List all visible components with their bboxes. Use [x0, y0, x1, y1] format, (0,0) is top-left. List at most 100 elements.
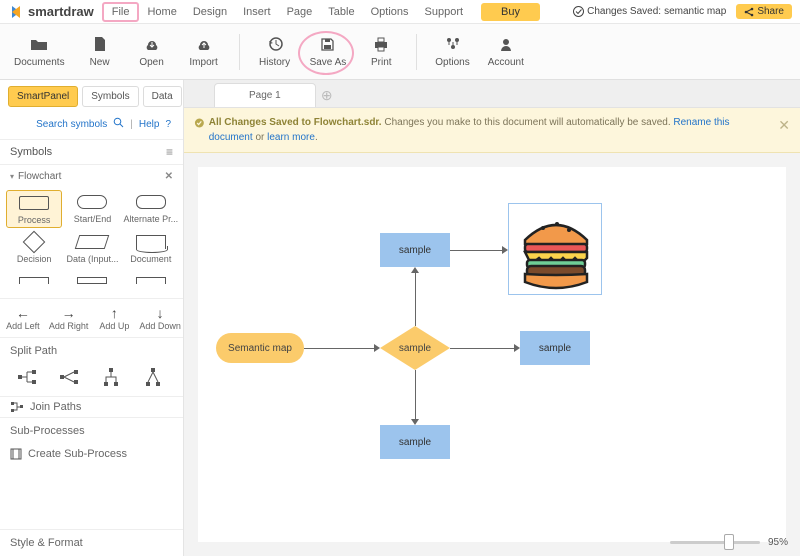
- split-type-4[interactable]: [142, 366, 164, 388]
- arrow-line: [450, 348, 514, 349]
- canvas[interactable]: sample sample sample Semantic map sample: [198, 167, 786, 542]
- share-label: Share: [757, 6, 784, 17]
- notice-text: All Changes Saved to Flowchart.sdr. Chan…: [209, 115, 775, 145]
- arrowhead-icon: [411, 419, 419, 425]
- learn-more-link[interactable]: learn more: [267, 132, 315, 143]
- tool-options[interactable]: Options: [435, 35, 469, 68]
- arr-label: Add Down: [139, 321, 181, 331]
- shape-label: Alternate Pr...: [124, 214, 179, 224]
- create-subprocess-row[interactable]: Create Sub-Process: [0, 444, 183, 464]
- shape-grid: Process Start/End Alternate Pr... Decisi…: [0, 188, 183, 296]
- shape-extra3[interactable]: [123, 268, 179, 294]
- tab-smartpanel[interactable]: SmartPanel: [8, 86, 78, 107]
- tool-documents[interactable]: Documents: [14, 35, 65, 68]
- page-tab-1[interactable]: Page 1: [214, 83, 316, 107]
- menu-file[interactable]: File: [102, 2, 140, 22]
- add-right[interactable]: →Add Right: [46, 299, 92, 337]
- shape-startend[interactable]: Start/End: [64, 190, 120, 228]
- sidebar: SmartPanel Symbols Data ✕ Search symbols…: [0, 80, 184, 556]
- arrowhead-icon: [411, 267, 419, 273]
- tool-saveas[interactable]: Save As: [310, 35, 347, 68]
- flow-bottom-box[interactable]: sample: [380, 425, 450, 459]
- app-logo[interactable]: smartdraw: [8, 4, 94, 20]
- shape-extra2[interactable]: [64, 268, 120, 294]
- symbols-header: Symbols ≡: [0, 139, 183, 165]
- split-type-2[interactable]: [58, 366, 80, 388]
- arrow-up-icon: ↑: [111, 305, 118, 321]
- split-type-1[interactable]: [16, 366, 38, 388]
- help-link[interactable]: Help: [139, 119, 160, 130]
- tool-account[interactable]: Account: [488, 35, 524, 68]
- menubar-right: Changes Saved: semantic map Share: [573, 4, 792, 19]
- flow-image[interactable]: [508, 203, 602, 295]
- tool-new[interactable]: New: [83, 35, 117, 68]
- help-icon[interactable]: ?: [165, 119, 171, 130]
- tool-open[interactable]: Open: [135, 35, 169, 68]
- menubar-items: File Home Design Insert Page Table Optio…: [102, 2, 540, 22]
- menu-support[interactable]: Support: [417, 2, 472, 22]
- shape-label: Process: [18, 215, 51, 225]
- tool-label: Account: [488, 57, 524, 68]
- tool-print[interactable]: Print: [364, 35, 398, 68]
- tool-label: Save As: [310, 57, 347, 68]
- join-label: Join Paths: [30, 401, 81, 413]
- category-close-icon[interactable]: ✕: [165, 171, 173, 182]
- zoom-slider[interactable]: [670, 541, 760, 544]
- add-arrow-row: ←Add Left →Add Right ↑Add Up ↓Add Down: [0, 298, 183, 337]
- page-tabs: Page 1 ⊕: [184, 80, 800, 108]
- tab-symbols[interactable]: Symbols: [82, 86, 138, 107]
- add-left[interactable]: ←Add Left: [0, 299, 46, 337]
- search-symbols-link[interactable]: Search symbols: [36, 119, 107, 130]
- arrow-line: [450, 250, 502, 251]
- buy-button[interactable]: Buy: [481, 3, 540, 21]
- tool-label: Options: [435, 57, 469, 68]
- add-down[interactable]: ↓Add Down: [137, 299, 183, 337]
- tool-history[interactable]: History: [258, 35, 292, 68]
- menu-page[interactable]: Page: [279, 2, 321, 22]
- close-icon[interactable]: ✕: [778, 115, 790, 145]
- search-icon[interactable]: [113, 117, 124, 131]
- arrow-line: [415, 370, 416, 420]
- flow-top-box[interactable]: sample: [380, 233, 450, 267]
- shape-data[interactable]: Data (Input...: [64, 230, 120, 266]
- hamburger-icon[interactable]: ≡: [166, 145, 173, 159]
- category-row[interactable]: ▾Flowchart ✕: [0, 165, 183, 188]
- flow-label: Semantic map: [228, 343, 292, 354]
- logo-icon: [8, 4, 24, 20]
- shape-label: Decision: [17, 254, 52, 264]
- menu-table[interactable]: Table: [320, 2, 362, 22]
- menu-insert[interactable]: Insert: [235, 2, 279, 22]
- menu-home[interactable]: Home: [139, 2, 184, 22]
- tab-data[interactable]: Data: [143, 86, 182, 107]
- tool-import[interactable]: Import: [187, 35, 221, 68]
- notice-dot: .: [315, 132, 318, 143]
- separator: |: [130, 119, 133, 130]
- add-page-button[interactable]: ⊕: [316, 87, 338, 107]
- status-prefix: Changes Saved:: [587, 6, 661, 17]
- shape-extra1[interactable]: [6, 268, 62, 294]
- menu-options[interactable]: Options: [363, 2, 417, 22]
- arr-label: Add Right: [49, 321, 89, 331]
- shape-document[interactable]: Document: [123, 230, 179, 266]
- shape-process[interactable]: Process: [6, 190, 62, 228]
- tool-label: Documents: [14, 57, 65, 68]
- shape-altprocess[interactable]: Alternate Pr...: [123, 190, 179, 228]
- logo-text: smartdraw: [28, 4, 94, 19]
- save-notice: All Changes Saved to Flowchart.sdr. Chan…: [184, 108, 800, 153]
- toolbar-separator: [239, 34, 240, 70]
- zoom-thumb[interactable]: [724, 534, 734, 550]
- join-paths-row[interactable]: Join Paths: [0, 396, 183, 417]
- split-type-3[interactable]: [100, 366, 122, 388]
- menubar: smartdraw File Home Design Insert Page T…: [0, 0, 800, 24]
- arrow-right-icon: →: [62, 305, 76, 321]
- toolbar-separator: [416, 34, 417, 70]
- menu-design[interactable]: Design: [185, 2, 235, 22]
- add-up[interactable]: ↑Add Up: [92, 299, 138, 337]
- printer-icon: [372, 35, 390, 53]
- flow-start[interactable]: Semantic map: [216, 333, 304, 363]
- flow-right-box[interactable]: sample: [520, 331, 590, 365]
- flow-decision[interactable]: sample: [380, 326, 450, 370]
- flow-label: sample: [399, 437, 431, 448]
- shape-decision[interactable]: Decision: [6, 230, 62, 266]
- share-button[interactable]: Share: [736, 4, 792, 19]
